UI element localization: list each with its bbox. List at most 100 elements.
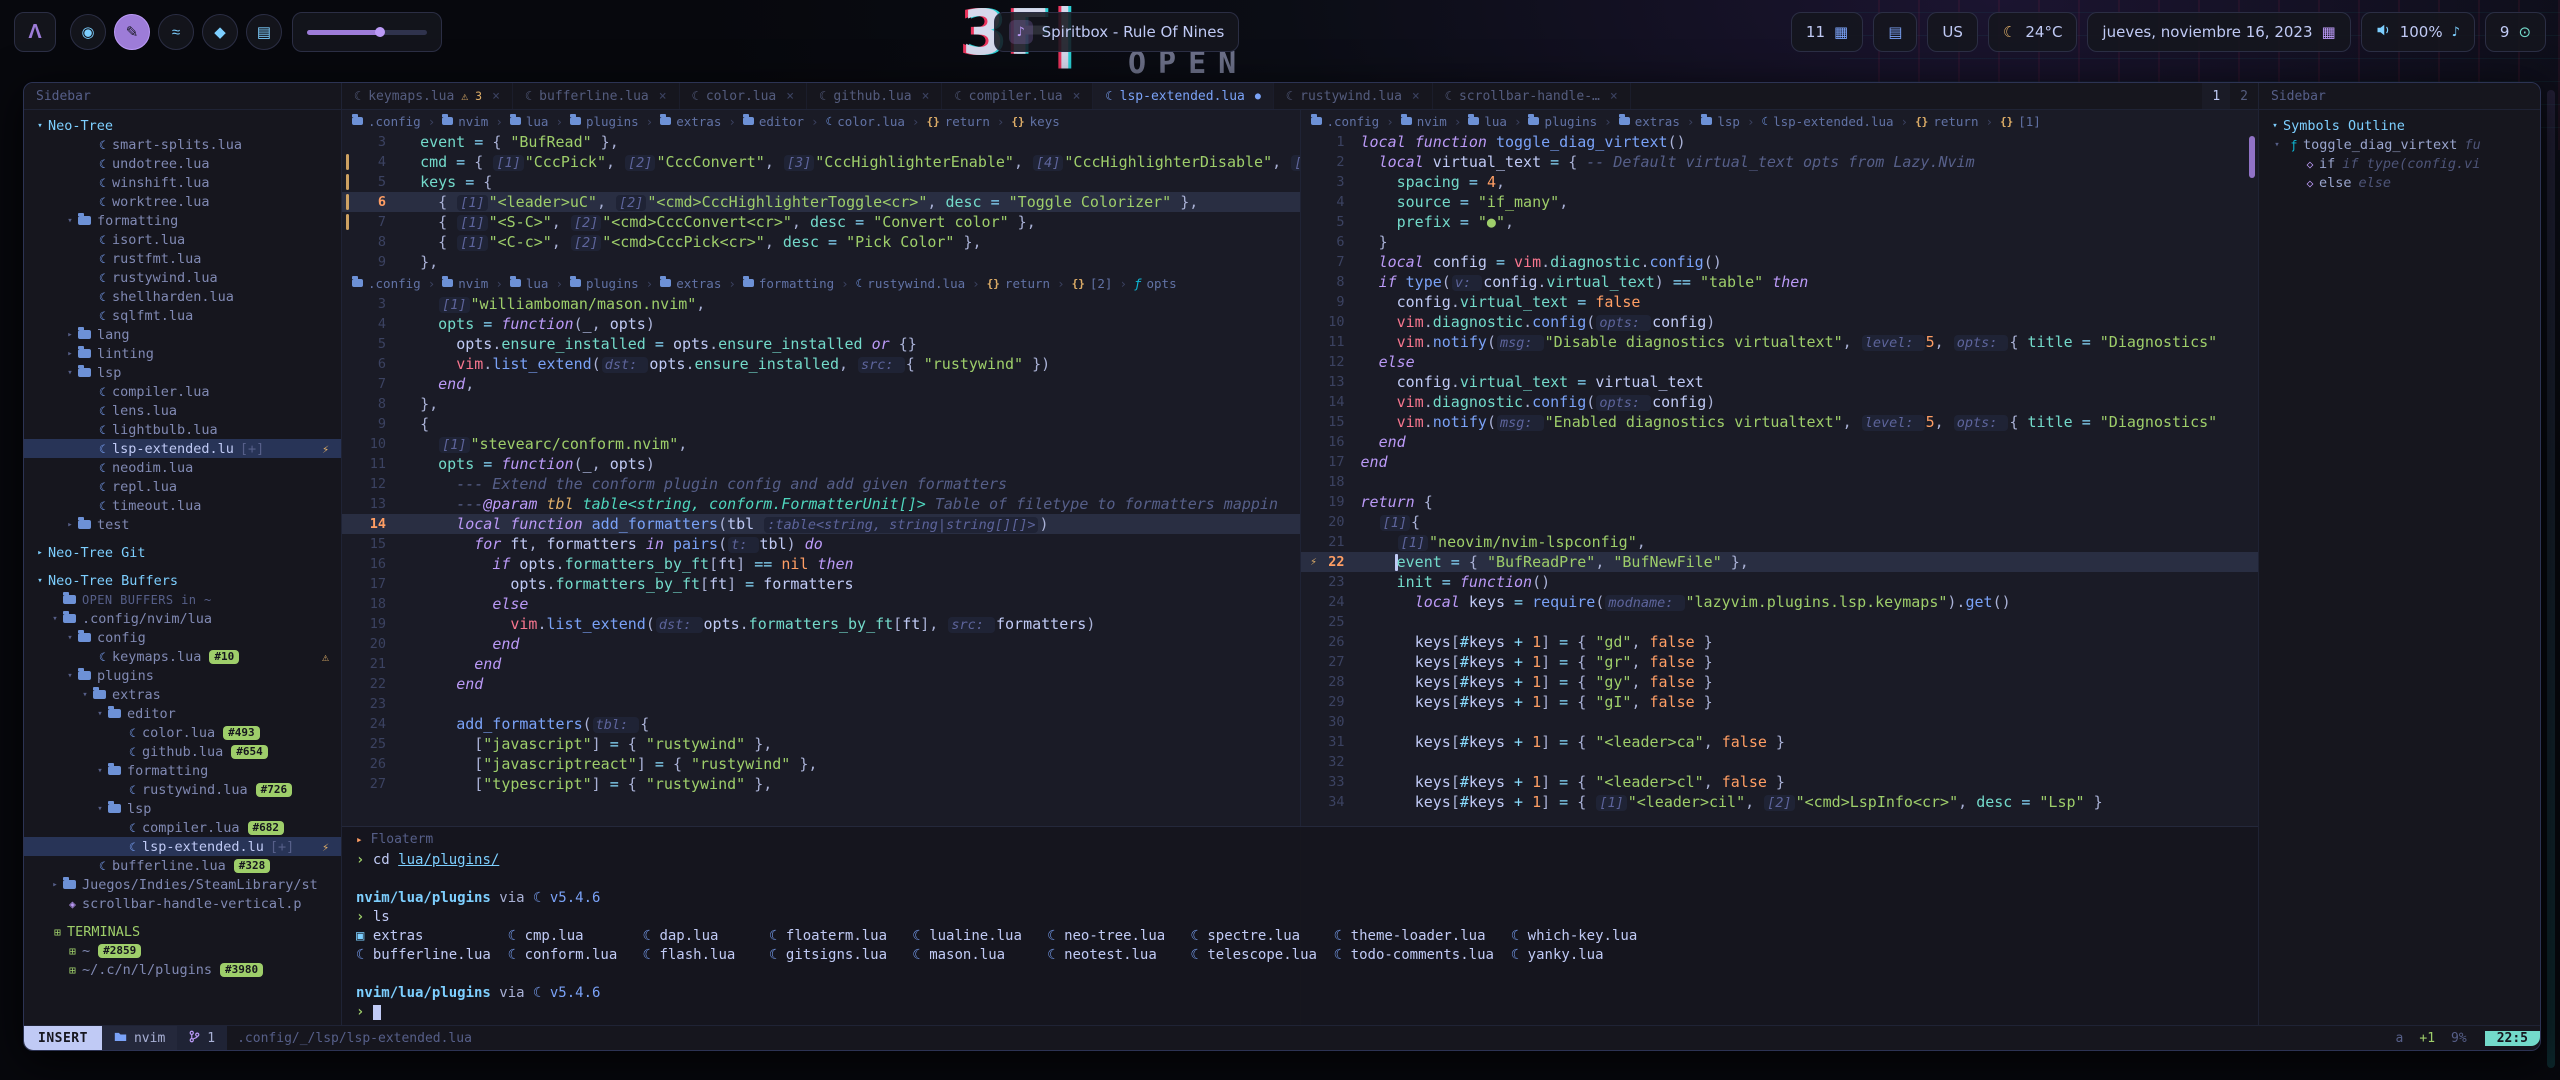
breadcrumb-lua[interactable]: lua xyxy=(1468,114,1507,129)
tree-item-test[interactable]: ▸test xyxy=(24,515,341,534)
section-neo-tree-git[interactable]: ▸Neo-Tree Git xyxy=(24,543,341,562)
tab-close-icon[interactable]: × xyxy=(786,89,794,104)
tree-item-lsp[interactable]: ▾lsp xyxy=(24,799,341,818)
breadcrumb-return[interactable]: {}return xyxy=(926,114,989,129)
breadcrumb-nvim[interactable]: nvim xyxy=(1401,114,1447,129)
launcher-button[interactable]: Λ xyxy=(14,12,56,52)
breadcrumb-lsp[interactable]: lsp xyxy=(1701,114,1740,129)
tab-close-icon[interactable]: × xyxy=(1412,89,1420,104)
tree-item-extras[interactable]: ▾extras xyxy=(24,685,341,704)
edit-button[interactable]: ✎ xyxy=(114,14,150,50)
tree-item-lens.lua[interactable]: ☾lens.lua xyxy=(24,401,341,420)
wave-button[interactable]: ≈ xyxy=(158,14,194,50)
tree-item-sqlfmt.lua[interactable]: ☾sqlfmt.lua xyxy=(24,306,341,325)
now-playing-pill[interactable]: ♪ Spiritbox - Rule Of Nines xyxy=(994,12,1240,52)
tab-lsp-extended.lua[interactable]: ☾lsp-extended.lua● xyxy=(1093,83,1274,109)
volume-pill[interactable]: 100% ♪ xyxy=(2361,12,2475,52)
tab-compiler.lua[interactable]: ☾compiler.lua× xyxy=(942,83,1093,109)
section-neo-tree-buffers[interactable]: ▾Neo-Tree Buffers xyxy=(24,571,341,590)
tree-item-formatting[interactable]: ▾formatting xyxy=(24,211,341,230)
code-area-lsp-extended-lua[interactable]: 1local function toggle_diag_virtext()2 l… xyxy=(1301,132,2259,812)
breadcrumb-lua[interactable]: lua xyxy=(510,276,549,291)
tab-color.lua[interactable]: ☾color.lua× xyxy=(680,83,808,109)
section-neo-tree[interactable]: ▾Neo-Tree xyxy=(24,116,341,135)
tab-close-icon[interactable]: × xyxy=(492,89,500,104)
tree-item-shellharden.lua[interactable]: ☾shellharden.lua xyxy=(24,287,341,306)
breadcrumb-[1][interactable]: {}[1] xyxy=(2000,114,2041,129)
breadcrumb-color.lua[interactable]: ☾color.lua xyxy=(826,114,905,129)
tree-item-Juegos/Indies/SteamLibrary/st[interactable]: ▸Juegos/Indies/SteamLibrary/st xyxy=(24,875,341,894)
breadcrumb-formatting[interactable]: formatting xyxy=(743,276,834,291)
tree-item-smart-splits.lua[interactable]: ☾smart-splits.lua xyxy=(24,135,341,154)
tree-item-worktree.lua[interactable]: ☾worktree.lua xyxy=(24,192,341,211)
tree-item-config[interactable]: ▾config xyxy=(24,628,341,647)
tab-scrollbar-handle-…[interactable]: ☾scrollbar-handle-…× xyxy=(1433,83,1631,109)
tree-item-lightbulb.lua[interactable]: ☾lightbulb.lua xyxy=(24,420,341,439)
keyboard-layout-pill[interactable]: US xyxy=(1927,12,1978,52)
tab-close-icon[interactable]: × xyxy=(659,89,667,104)
breadcrumb-.config[interactable]: .config xyxy=(1311,114,1380,129)
breadcrumb-lua[interactable]: lua xyxy=(510,114,549,129)
terminal-output[interactable]: › cd lua/plugins/nvim/lua/plugins via ☾ … xyxy=(342,851,2258,1022)
tree-item-rustywind.lua[interactable]: ☾rustywind.lua xyxy=(24,268,341,287)
tree-item-editor[interactable]: ▾editor xyxy=(24,704,341,723)
power-button[interactable]: ◉ xyxy=(70,14,106,50)
date-pill[interactable]: jueves, noviembre 16, 2023 ▦ xyxy=(2087,12,2350,52)
tree-item-.config/nvim/lua[interactable]: ▾.config/nvim/lua xyxy=(24,609,341,628)
tree-item-isort.lua[interactable]: ☾isort.lua xyxy=(24,230,341,249)
tree-item-formatting[interactable]: ▾formatting xyxy=(24,761,341,780)
tree-item-linting[interactable]: ▸linting xyxy=(24,344,341,363)
breadcrumb-plugins[interactable]: plugins xyxy=(1528,114,1597,129)
tabpage-1[interactable]: 1 xyxy=(2202,83,2230,109)
notes-button[interactable]: ▤ xyxy=(246,14,282,50)
tab-rustywind.lua[interactable]: ☾rustywind.lua× xyxy=(1274,83,1433,109)
tree-item-lang[interactable]: ▸lang xyxy=(24,325,341,344)
breadcrumb-extras[interactable]: extras xyxy=(660,276,721,291)
tab-bufferline.lua[interactable]: ☾bufferline.lua× xyxy=(513,83,680,109)
breadcrumb-nvim[interactable]: nvim xyxy=(442,276,488,291)
tree-item-compiler.lua[interactable]: ☾compiler.lua#682 xyxy=(24,818,341,837)
scrollbar-handle[interactable] xyxy=(2249,136,2255,178)
tree-item-lsp[interactable]: ▾lsp xyxy=(24,363,341,382)
floaterm-window[interactable]: ▸ Floaterm › cd lua/plugins/nvim/lua/plu… xyxy=(342,826,2258,1025)
tab-keymaps.lua[interactable]: ☾keymaps.lua⚠ 3× xyxy=(342,83,513,109)
symbol-toggle_diag_virtext[interactable]: ▾ƒtoggle_diag_virtextfu xyxy=(2259,135,2540,154)
symbol-if[interactable]: ◇ifif type(config.vi xyxy=(2259,154,2540,173)
tab-github.lua[interactable]: ☾github.lua× xyxy=(807,83,942,109)
breadcrumb-rustywind.lua[interactable]: ☾rustywind.lua xyxy=(856,276,965,291)
weather-pill[interactable]: ☾ 24°C xyxy=(1988,12,2078,52)
tree-item-timeout.lua[interactable]: ☾timeout.lua xyxy=(24,496,341,515)
slider-fill[interactable] xyxy=(307,30,381,35)
tree-item-neodim.lua[interactable]: ☾neodim.lua xyxy=(24,458,341,477)
breadcrumb-extras[interactable]: extras xyxy=(660,114,721,129)
tree-item-lsp-extended.lu[interactable]: ☾lsp-extended.lu[+]⚡ xyxy=(24,439,341,458)
breadcrumb-editor[interactable]: editor xyxy=(743,114,804,129)
breadcrumb-nvim[interactable]: nvim xyxy=(442,114,488,129)
slider-track[interactable] xyxy=(307,30,427,35)
breadcrumb-.config[interactable]: .config xyxy=(352,114,421,129)
tree-item-color.lua[interactable]: ☾color.lua#493 xyxy=(24,723,341,742)
breadcrumb-extras[interactable]: extras xyxy=(1619,114,1680,129)
slider-pill[interactable] xyxy=(292,12,442,52)
breadcrumb-lsp-extended.lua[interactable]: ☾lsp-extended.lua xyxy=(1761,114,1893,129)
tree-item-compiler.lua[interactable]: ☾compiler.lua xyxy=(24,382,341,401)
breadcrumb-return[interactable]: {}return xyxy=(987,276,1050,291)
breadcrumb-plugins[interactable]: plugins xyxy=(570,114,639,129)
tree-item-keymaps.lua[interactable]: ☾keymaps.lua#10⚠ xyxy=(24,647,341,666)
tab-close-icon[interactable]: × xyxy=(1073,89,1081,104)
breadcrumb-keys[interactable]: {}keys xyxy=(1011,114,1059,129)
code-area-rustywind-lua[interactable]: 3 [1]"williamboman/mason.nvim",4 opts = … xyxy=(342,294,1300,794)
breadcrumb-.config[interactable]: .config xyxy=(352,276,421,291)
tray-pill[interactable]: 9 ⊙ xyxy=(2485,12,2546,52)
tab-modified-dot[interactable]: ● xyxy=(1255,91,1261,102)
tree-item-OPEN BUFFERS in ~[interactable]: OPEN BUFFERS in ~ xyxy=(24,590,341,609)
workspaces-pill[interactable]: 11 ▦ xyxy=(1791,12,1863,52)
tabpage-2[interactable]: 2 xyxy=(2230,83,2258,109)
section-terminals[interactable]: ⊞TERMINALS xyxy=(24,922,341,941)
clipboard-pill[interactable]: ▤ xyxy=(1873,12,1917,52)
breadcrumb-opts[interactable]: ƒopts xyxy=(1134,276,1177,291)
code-area-color-lua[interactable]: 3 event = { "BufRead" },4 cmd = { [1]"Cc… xyxy=(342,132,1300,272)
tree-item-undotree.lua[interactable]: ☾undotree.lua xyxy=(24,154,341,173)
tree-item-rustywind.lua[interactable]: ☾rustywind.lua#726 xyxy=(24,780,341,799)
tree-item-~[interactable]: ⊞~#2859 xyxy=(24,941,341,960)
